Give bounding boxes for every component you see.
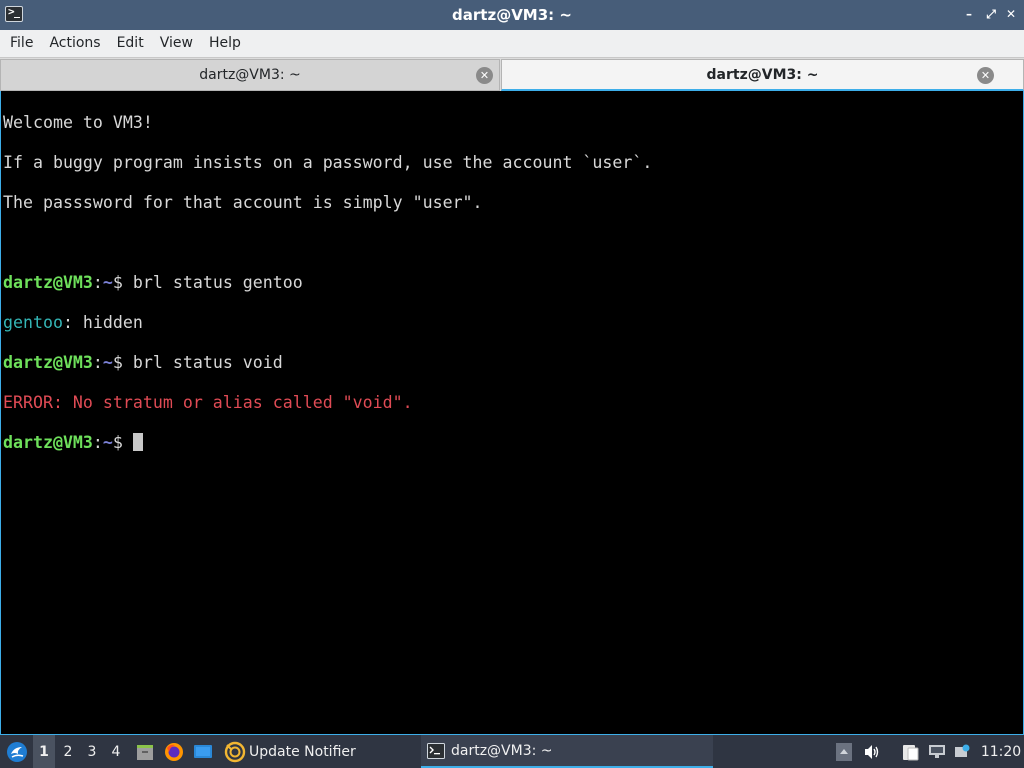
desktop-3-button[interactable]: 3 — [81, 735, 103, 768]
desktop-1-button[interactable]: 1 — [33, 735, 55, 768]
start-menu-button[interactable] — [4, 735, 30, 768]
desktop-icon — [194, 744, 212, 758]
tray-up-arrow-icon — [836, 742, 852, 761]
lubuntu-logo-icon — [7, 741, 27, 762]
clock[interactable]: 11:20 — [978, 735, 1024, 768]
terminal-app-icon[interactable] — [5, 5, 23, 22]
close-icon[interactable]: ✕ — [1004, 7, 1018, 21]
firefox-launcher[interactable] — [162, 735, 186, 768]
text-cursor — [132, 433, 143, 451]
update-notifier-task[interactable]: Update Notifier — [224, 735, 360, 768]
clipboard-button[interactable] — [898, 735, 922, 768]
window-titlebar[interactable]: dartz@VM3: ~ – ⤢ ✕ — [0, 0, 1024, 30]
output-line: gentoo: hidden — [3, 313, 1023, 333]
network-button[interactable] — [926, 735, 948, 768]
tab-1[interactable]: dartz@VM3: ~ ✕ — [0, 59, 500, 91]
command-line: dartz@VM3:~$ — [3, 433, 1023, 453]
clipboard-icon — [903, 744, 919, 760]
stratum-status: : hidden — [62, 313, 143, 332]
prompt-path: ~ — [102, 433, 113, 452]
terminal-task-button[interactable]: dartz@VM3: ~ — [421, 735, 713, 768]
prompt-user: dartz@VM3 — [3, 273, 93, 292]
minimize-icon[interactable]: – — [962, 7, 976, 21]
desktop-2-button[interactable]: 2 — [57, 735, 79, 768]
taskbar: 1 2 3 4 Update Notifier dartz@VM3: ~ 11:… — [0, 735, 1024, 768]
menu-help[interactable]: Help — [201, 31, 249, 56]
prompt-user: dartz@VM3 — [3, 353, 93, 372]
prompt-path: ~ — [102, 273, 113, 292]
show-desktop-button[interactable] — [191, 735, 215, 768]
file-manager-launcher[interactable] — [133, 735, 157, 768]
update-tray-button[interactable] — [952, 735, 972, 768]
tab-close-icon[interactable]: ✕ — [476, 67, 493, 84]
error-line: ERROR: No stratum or alias called "void"… — [3, 393, 413, 412]
prompt-separator: : — [92, 353, 103, 372]
speaker-icon — [865, 744, 879, 759]
terminal-icon — [427, 742, 445, 759]
folder-icon — [137, 744, 153, 760]
prompt-separator: : — [92, 433, 103, 452]
maximize-icon[interactable]: ⤢ — [984, 7, 998, 21]
menu-edit[interactable]: Edit — [109, 31, 152, 56]
terminal-output[interactable]: Welcome to VM3! If a buggy program insis… — [0, 91, 1024, 735]
window-title: dartz@VM3: ~ — [452, 6, 572, 24]
update-notifier-icon — [224, 741, 246, 762]
desktop-4-button[interactable]: 4 — [105, 735, 127, 768]
menu-bar: File Actions Edit View Help — [0, 30, 1024, 57]
command-line: dartz@VM3:~$ brl status void — [3, 353, 1023, 373]
menu-view[interactable]: View — [152, 31, 201, 56]
tray-expand-button[interactable] — [834, 735, 854, 768]
prompt-user: dartz@VM3 — [3, 433, 93, 452]
menu-file[interactable]: File — [2, 31, 41, 56]
volume-button[interactable] — [861, 735, 883, 768]
tab-bar: dartz@VM3: ~ ✕ dartz@VM3: ~ ✕ — [0, 57, 1024, 91]
stratum-name: gentoo — [3, 313, 63, 332]
tab-2[interactable]: dartz@VM3: ~ ✕ — [501, 59, 1024, 91]
prompt-path: ~ — [102, 353, 113, 372]
firefox-icon — [165, 742, 183, 761]
menu-actions[interactable]: Actions — [41, 31, 108, 56]
prompt-char: $ — [112, 353, 133, 372]
welcome-line: If a buggy program insists on a password… — [3, 153, 653, 172]
prompt-separator: : — [92, 273, 103, 292]
command-text: brl status gentoo — [132, 273, 303, 292]
tab-close-icon[interactable]: ✕ — [977, 67, 994, 84]
network-wired-icon — [929, 744, 945, 758]
update-tray-icon — [955, 744, 970, 757]
welcome-line: The passsword for that account is simply… — [3, 193, 483, 212]
command-line: dartz@VM3:~$ brl status gentoo — [3, 273, 1023, 293]
tab-label: dartz@VM3: ~ — [199, 67, 301, 83]
update-notifier-label: Update Notifier — [249, 743, 356, 760]
terminal-task-label: dartz@VM3: ~ — [451, 742, 553, 759]
tab-label: dartz@VM3: ~ — [706, 66, 819, 83]
prompt-char: $ — [112, 433, 133, 452]
welcome-line: Welcome to VM3! — [3, 113, 153, 132]
prompt-char: $ — [112, 273, 133, 292]
command-text: brl status void — [132, 353, 283, 372]
